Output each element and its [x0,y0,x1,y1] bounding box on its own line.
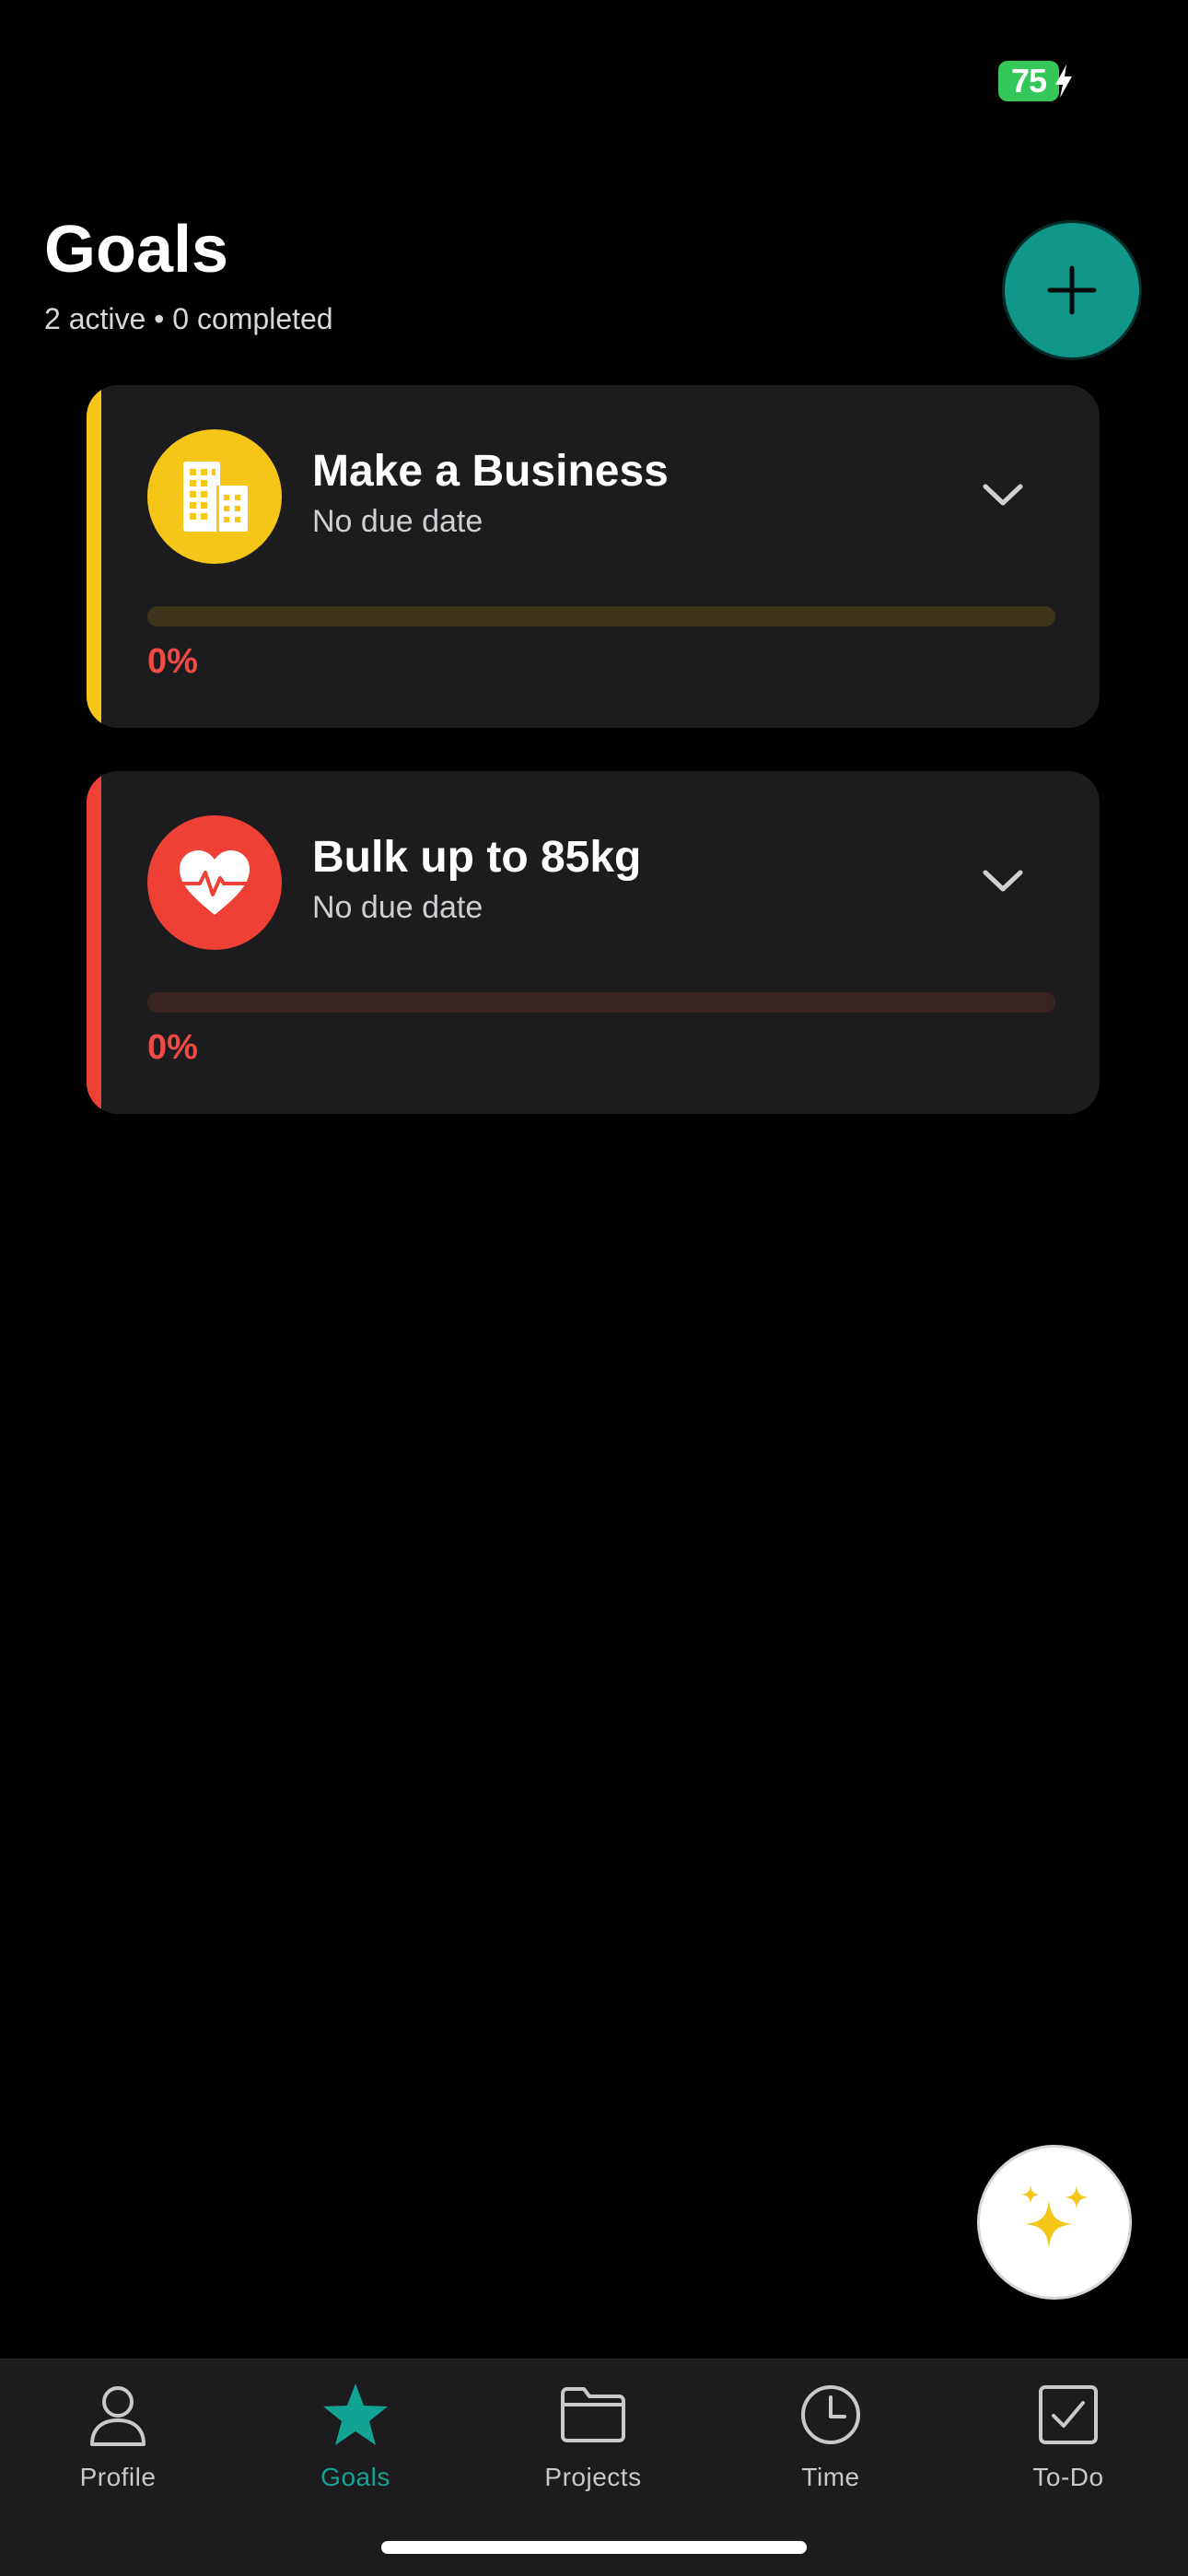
goals-screen: 75 Goals 2 active • 0 completed Make a B… [0,0,1188,2576]
tab-projects[interactable]: Projects [501,2378,685,2507]
person-icon [90,2386,146,2446]
tab-label: Projects [544,2463,642,2491]
goal-icon-badge [147,815,282,950]
goal-card-make-a-business[interactable]: Make a Business No due date 0% [87,385,1100,728]
star-icon [323,2383,388,2445]
goal-icon-badge [147,429,282,564]
tab-label: Profile [79,2463,157,2491]
folder-icon [561,2387,625,2442]
page-title: Goals [44,213,229,287]
goal-progress-label: 0% [147,1028,198,1067]
clock-icon [801,2385,860,2444]
goal-progress-bar [147,606,1055,626]
tab-label: Goals [320,2463,390,2491]
tab-label: To-Do [1032,2463,1104,2491]
building-icon [183,462,248,532]
goal-progress-bar [147,992,1055,1013]
goal-accent-bar [87,385,101,728]
goal-accent-bar [87,771,101,1114]
tab-profile[interactable]: Profile [26,2378,210,2507]
goal-due-date: No due date [312,890,483,925]
ai-assistant-button[interactable] [977,2145,1132,2300]
plus-icon [1047,265,1097,315]
chevron-down-icon[interactable] [982,867,1024,895]
checkbox-icon [1039,2385,1098,2444]
goal-due-date: No due date [312,504,483,539]
chevron-down-icon[interactable] [982,481,1024,509]
heart-pulse-icon [178,850,251,915]
goal-title: Make a Business [312,447,669,496]
tab-todo[interactable]: To-Do [976,2378,1160,2507]
goal-title: Bulk up to 85kg [312,833,642,882]
home-indicator [381,2541,807,2554]
goals-summary: 2 active • 0 completed [44,302,333,335]
goal-progress-label: 0% [147,642,198,681]
add-goal-button[interactable] [1005,223,1139,357]
tab-time[interactable]: Time [739,2378,923,2507]
charging-bolt-icon [1055,64,1072,98]
tab-label: Time [801,2463,860,2491]
goal-card-bulk-up[interactable]: Bulk up to 85kg No due date 0% [87,771,1100,1114]
battery-indicator: 75 [998,61,1059,101]
tab-goals[interactable]: Goals [263,2378,448,2507]
sparkles-icon [1021,2185,1089,2248]
